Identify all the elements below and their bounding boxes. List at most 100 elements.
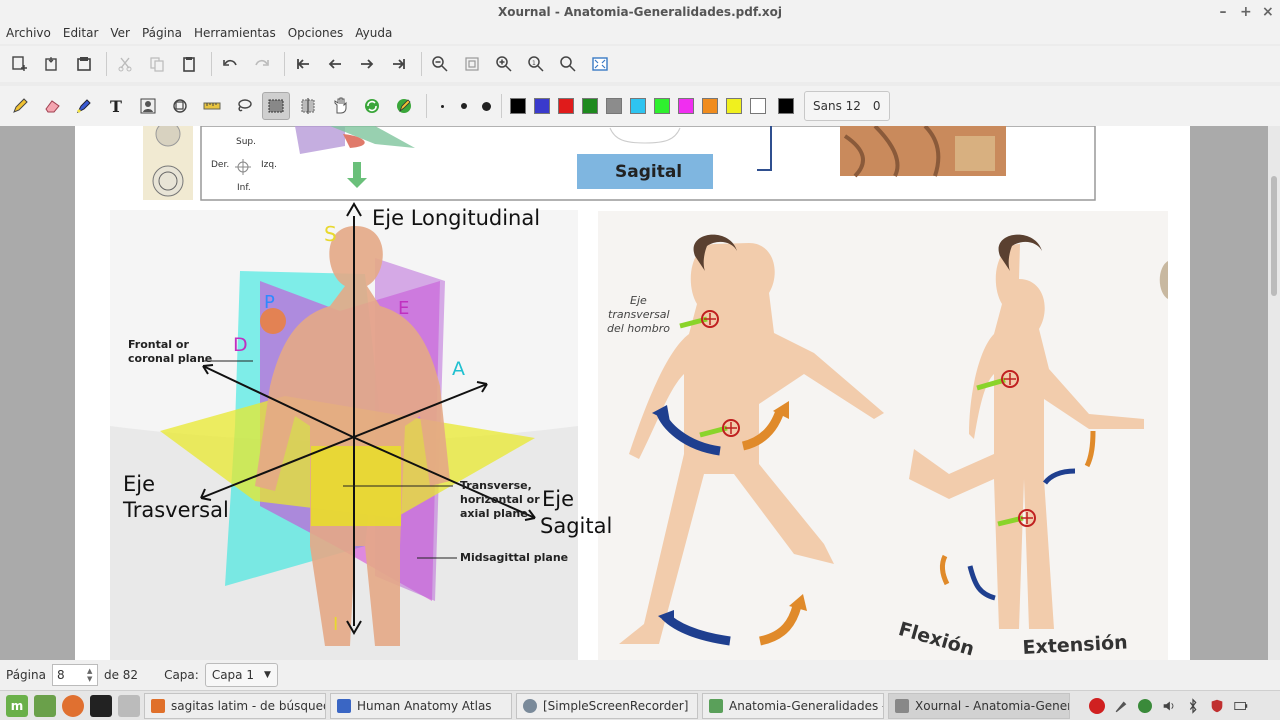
vertical-space-icon[interactable]	[294, 92, 322, 120]
font-selector[interactable]: Sans 12 0	[804, 91, 890, 121]
last-page-icon[interactable]	[385, 50, 413, 78]
menu-opciones[interactable]: Opciones	[288, 24, 344, 44]
toolbar-separator	[284, 52, 285, 76]
previous-page-icon[interactable]	[321, 50, 349, 78]
spinner-arrows-icon[interactable]: ▲ ▼	[87, 667, 97, 683]
first-page-icon[interactable]	[289, 50, 317, 78]
rectangle-select-icon[interactable]	[262, 92, 290, 120]
color-orange-swatch[interactable]	[702, 98, 718, 114]
copy-icon[interactable]	[143, 50, 171, 78]
orientation-inf: Inf.	[237, 183, 251, 193]
paste-icon[interactable]	[175, 50, 203, 78]
layer-select[interactable]: Capa 1 ▼	[204, 663, 278, 687]
task-browser-label: sagitas latim - de búsqueda - ...	[171, 698, 325, 713]
firefox-launcher-icon[interactable]	[62, 694, 84, 717]
next-page-icon[interactable]	[353, 50, 381, 78]
zoom-search-icon[interactable]	[554, 50, 582, 78]
menu-pagina[interactable]: Página	[142, 24, 182, 44]
page-number-spinner[interactable]: 8 ▲ ▼	[51, 664, 98, 686]
font-size: 0	[872, 99, 881, 113]
bluetooth-icon[interactable]	[1184, 697, 1202, 715]
color-red-swatch[interactable]	[558, 98, 574, 114]
vertical-scrollbar[interactable]	[1268, 126, 1280, 660]
hand-tool-icon[interactable]	[326, 92, 354, 120]
cut-icon[interactable]	[111, 50, 139, 78]
image-tool-icon[interactable]	[134, 92, 162, 120]
shield-icon[interactable]	[1208, 697, 1226, 715]
maximize-button[interactable]: +	[1240, 0, 1252, 24]
close-button[interactable]: ×	[1262, 0, 1274, 24]
color-blue-swatch[interactable]	[534, 98, 550, 114]
menu-ver[interactable]: Ver	[110, 24, 130, 44]
task-browser[interactable]: sagitas latim - de búsqueda - ...	[144, 692, 326, 719]
mint-menu-icon[interactable]: m	[6, 694, 28, 717]
toolbar-separator	[211, 52, 212, 76]
default-pen-icon[interactable]	[390, 92, 418, 120]
axis-longitudinal-label: Eje Longitudinal	[372, 206, 541, 230]
battery-icon[interactable]	[1232, 697, 1250, 715]
mintupdate-icon[interactable]	[1088, 697, 1106, 715]
default-tool-icon[interactable]	[358, 92, 386, 120]
text-tool-icon[interactable]: T	[102, 92, 130, 120]
color-light-green-swatch[interactable]	[654, 98, 670, 114]
minimize-button[interactable]: –	[1218, 0, 1228, 24]
volume-icon[interactable]	[1160, 697, 1178, 715]
shape-recognizer-icon[interactable]	[166, 92, 194, 120]
files-launcher-icon[interactable]	[118, 694, 140, 717]
undo-icon[interactable]	[216, 50, 244, 78]
layer-label: Capa:	[164, 668, 199, 682]
menubar: Archivo Editar Ver Página Herramientas O…	[0, 24, 1280, 44]
document-canvas[interactable]: Sup. Der. Izq. Inf. Sagital Eje Longitud…	[0, 126, 1268, 660]
thickness-thick-icon[interactable]	[477, 101, 495, 111]
color-gray-swatch[interactable]	[606, 98, 622, 114]
menu-editar[interactable]: Editar	[63, 24, 99, 44]
thickness-fine-icon[interactable]	[433, 104, 451, 108]
color-light-blue-swatch[interactable]	[630, 98, 646, 114]
highlighter-icon[interactable]	[70, 92, 98, 120]
axis-sagital-label-2: Sagital	[540, 514, 613, 538]
network-icon[interactable]	[1136, 697, 1154, 715]
new-document-icon[interactable]	[6, 50, 34, 78]
color-white-swatch[interactable]	[750, 98, 766, 114]
task-pdf-viewer[interactable]: Anatomia-Generalidades - A...	[702, 692, 884, 719]
orientation-izq: Izq.	[261, 160, 277, 170]
fullscreen-icon[interactable]	[586, 50, 614, 78]
save-icon[interactable]	[70, 50, 98, 78]
axis-transversal-label-2: Trasversal	[123, 498, 229, 522]
color-custom-swatch[interactable]	[778, 98, 794, 114]
scrollbar-thumb[interactable]	[1271, 176, 1277, 296]
pen-tray-icon[interactable]	[1112, 697, 1130, 715]
task-xournal[interactable]: Xournal - Anatomia-Generali...	[888, 692, 1070, 719]
task-screen-recorder[interactable]: [SimpleScreenRecorder]	[516, 692, 698, 719]
zoom-in-icon[interactable]	[490, 50, 518, 78]
frontal-plane-label-2: coronal plane	[128, 352, 213, 365]
menu-herramientas[interactable]: Herramientas	[194, 24, 276, 44]
terminal-launcher-icon[interactable]	[90, 694, 112, 717]
color-green-swatch[interactable]	[582, 98, 598, 114]
ruler-icon[interactable]	[198, 92, 226, 120]
color-black-swatch[interactable]	[510, 98, 526, 114]
transverse-plane-label-2: horizontal or	[460, 493, 540, 506]
direction-letter-i: I	[333, 614, 339, 635]
show-desktop-icon[interactable]	[34, 694, 56, 717]
zoom-out-icon[interactable]	[426, 50, 454, 78]
zoom-fit-icon[interactable]	[458, 50, 486, 78]
menu-ayuda[interactable]: Ayuda	[355, 24, 392, 44]
open-document-icon[interactable]	[38, 50, 66, 78]
redo-icon[interactable]	[248, 50, 276, 78]
pencil-icon[interactable]	[6, 92, 34, 120]
color-magenta-swatch[interactable]	[678, 98, 694, 114]
zoom-100-icon[interactable]: 1	[522, 50, 550, 78]
pdf-page[interactable]: Sup. Der. Izq. Inf. Sagital Eje Longitud…	[75, 126, 1190, 660]
shoulder-axis-label-1: Eje	[630, 294, 647, 307]
recorder-icon	[523, 698, 537, 713]
direction-letter-s: S	[324, 222, 337, 246]
task-anatomy-atlas[interactable]: Human Anatomy Atlas	[330, 692, 512, 719]
menu-archivo[interactable]: Archivo	[6, 24, 51, 44]
sagital-label: Sagital	[615, 162, 683, 182]
lasso-select-icon[interactable]	[230, 92, 258, 120]
page-illustration	[110, 126, 1168, 660]
thickness-medium-icon[interactable]	[455, 103, 473, 109]
color-yellow-swatch[interactable]	[726, 98, 742, 114]
eraser-icon[interactable]	[38, 92, 66, 120]
